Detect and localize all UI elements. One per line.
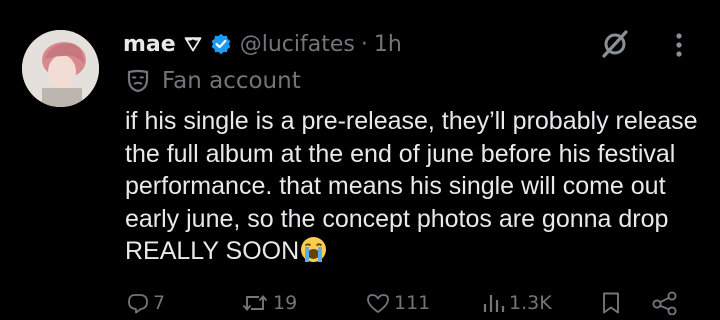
- reply-count: 7: [153, 292, 166, 314]
- account-label-text: Fan account: [162, 68, 301, 94]
- heart-outline-icon: [184, 36, 202, 52]
- like-button[interactable]: 111: [366, 288, 430, 318]
- post-header: mae @lucifates · 1h: [123, 29, 402, 59]
- post-body: if his single is a pre-release, they’ll …: [125, 105, 715, 272]
- bookmark-icon: [603, 292, 619, 314]
- account-label[interactable]: Fan account: [126, 66, 301, 96]
- heart-icon: [367, 294, 389, 313]
- mask-icon: [126, 69, 150, 93]
- avatar[interactable]: [22, 30, 99, 107]
- loudly-crying-face-icon: [300, 236, 327, 272]
- author-handle[interactable]: @lucifates: [240, 32, 355, 57]
- reply-button[interactable]: 7: [127, 288, 165, 318]
- reply-icon: [128, 294, 148, 314]
- post-time[interactable]: 1h: [374, 32, 402, 57]
- repost-count: 19: [273, 292, 298, 314]
- post-text: if his single is a pre-release, they’ll …: [125, 107, 698, 265]
- analytics-icon: [483, 295, 505, 312]
- views-count: 1.3K: [509, 292, 552, 314]
- repost-button[interactable]: 19: [241, 288, 297, 318]
- views-button[interactable]: 1.3K: [481, 288, 552, 318]
- like-count: 111: [394, 292, 431, 314]
- share-button[interactable]: [652, 288, 678, 318]
- action-bar: 7 19 111 1.3K: [0, 284, 720, 320]
- more-vertical-icon: [676, 33, 682, 57]
- verified-badge-icon[interactable]: [210, 33, 232, 55]
- grok-icon: [602, 30, 628, 58]
- grok-button[interactable]: [598, 29, 632, 59]
- author-name[interactable]: mae: [123, 32, 176, 57]
- more-options-button[interactable]: [668, 30, 690, 60]
- repost-icon: [242, 295, 268, 311]
- separator-dot: ·: [360, 31, 368, 57]
- bookmark-button[interactable]: [601, 288, 621, 318]
- share-icon: [652, 291, 677, 315]
- avatar-image: [22, 30, 99, 107]
